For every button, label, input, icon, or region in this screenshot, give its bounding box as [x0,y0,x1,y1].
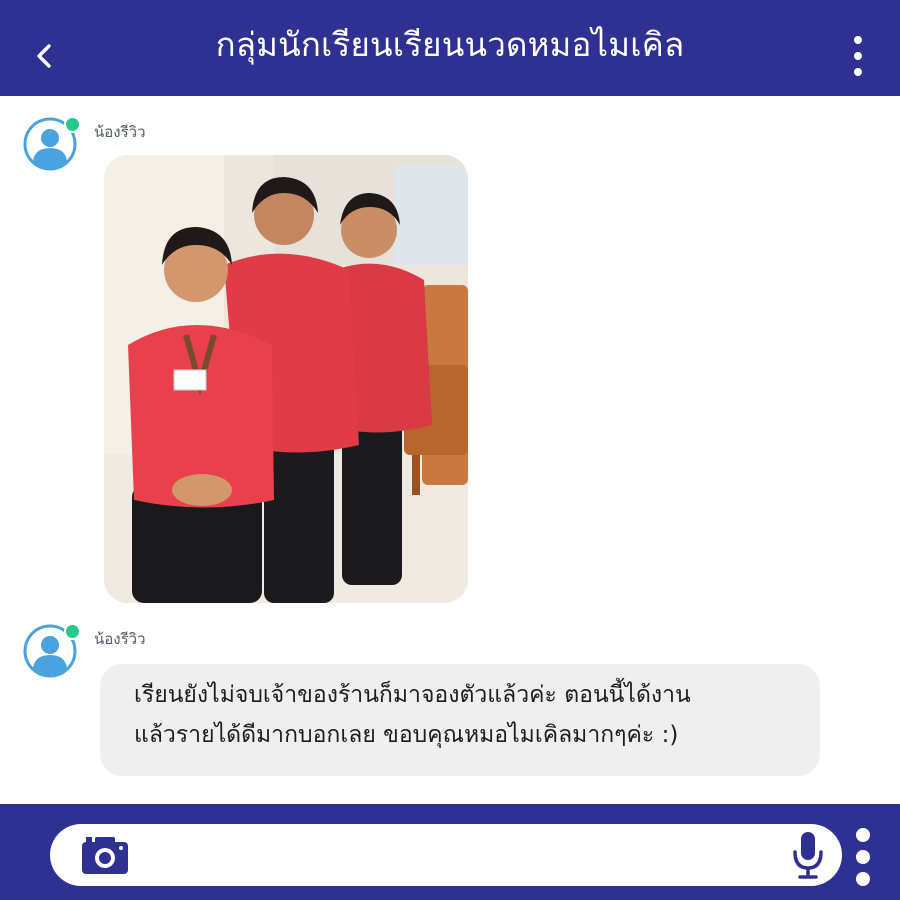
online-status-dot [64,116,81,133]
chat-title: กลุ่มนักเรียนเรียนนวดหมอไมเคิล [215,25,685,64]
sender-name: น้องรีวิว [94,630,146,648]
microphone-icon [793,832,823,879]
more-vertical-icon-dot [856,828,870,842]
avatar[interactable] [23,116,81,171]
sender-name: น้องรีวิว [94,123,146,141]
more-vertical-icon-dot [854,68,862,76]
header-menu-button[interactable] [846,36,870,76]
message-input-container [50,824,842,886]
message-bubble[interactable]: เรียนยังไม่จบเจ้าของร้านก็มาจองตัวแล้วค่… [100,664,820,776]
message-input[interactable] [160,836,764,876]
chat-header: กลุ่มนักเรียนเรียนนวดหมอไมเคิล [0,0,900,96]
camera-button[interactable] [80,834,130,876]
avatar[interactable] [23,623,81,678]
more-vertical-icon-dot [854,52,862,60]
chat-composer [0,804,900,900]
message-text-line: แล้วรายได้ดีมากบอกเลย ขอบคุณหมอไมเคิลมาก… [134,722,679,748]
microphone-button[interactable] [792,830,824,880]
message-text-line: เรียนยังไม่จบเจ้าของร้านก็มาจองตัวแล้วค่… [134,682,691,708]
students-photo [104,155,468,603]
more-vertical-icon-dot [856,872,870,886]
camera-icon [82,837,128,874]
composer-menu-button[interactable] [852,828,874,886]
more-vertical-icon-dot [856,850,870,864]
message-photo[interactable] [104,155,468,603]
more-vertical-icon-dot [854,36,862,44]
online-status-dot [64,623,81,640]
